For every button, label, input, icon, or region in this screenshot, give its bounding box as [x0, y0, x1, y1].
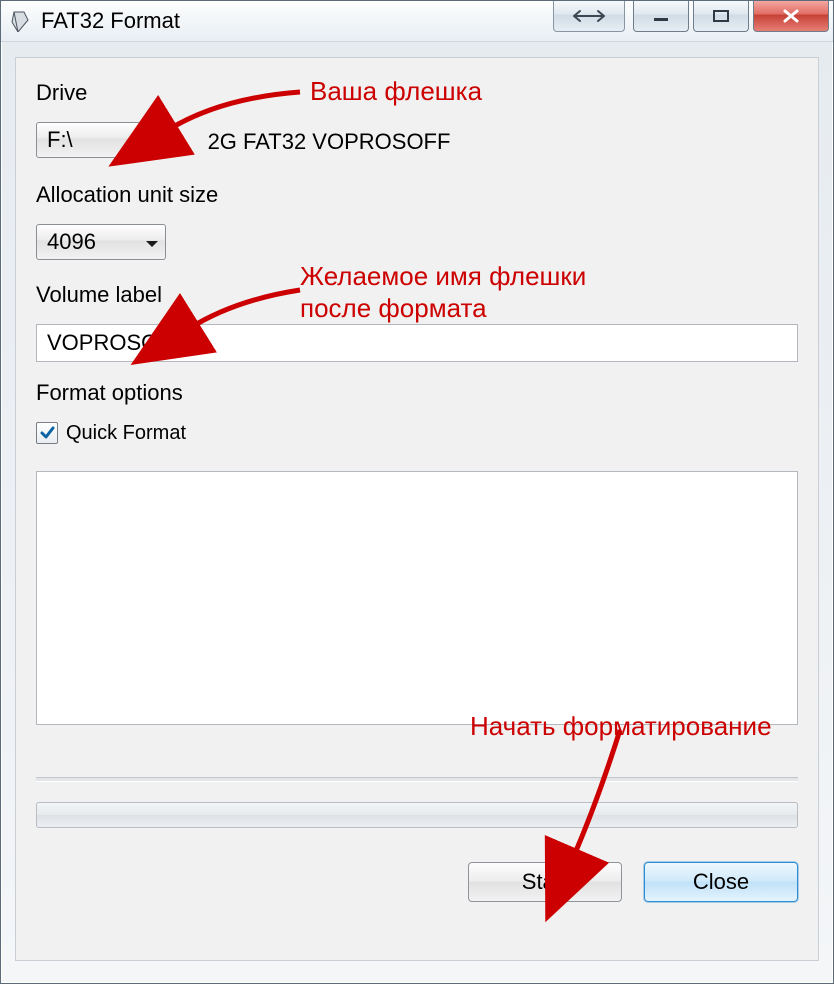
alloc-combobox[interactable]: 4096	[36, 224, 166, 260]
alloc-combobox-value: 4096	[47, 229, 96, 255]
app-icon	[9, 10, 31, 32]
start-button[interactable]: Start	[468, 862, 622, 902]
start-button-label: Start	[522, 869, 568, 895]
quick-format-checkbox[interactable]	[36, 422, 58, 444]
drive-label: Drive	[36, 80, 798, 106]
window-title: FAT32 Format	[41, 8, 180, 34]
resize-tab[interactable]	[553, 1, 625, 32]
dialog-body: Drive F:\ 2G FAT32 VOPROSOFF Allocation …	[15, 57, 819, 961]
app-window: FAT32 Format Drive	[0, 0, 834, 984]
drive-combobox-value: F:\	[47, 127, 73, 153]
close-button[interactable]: Close	[644, 862, 798, 902]
volume-label-label: Volume label	[36, 282, 798, 308]
drive-info-text: 2G FAT32 VOPROSOFF	[208, 124, 451, 160]
chevron-down-icon	[145, 229, 159, 255]
close-window-button[interactable]	[753, 1, 829, 32]
log-listbox[interactable]	[36, 471, 798, 725]
alloc-label: Allocation unit size	[36, 182, 798, 208]
titlebar[interactable]: FAT32 Format	[1, 1, 833, 42]
drive-combobox[interactable]: F:\	[36, 122, 166, 158]
window-controls	[633, 1, 829, 32]
maximize-button[interactable]	[693, 1, 749, 32]
minimize-button[interactable]	[633, 1, 689, 32]
chevron-down-icon	[145, 127, 159, 153]
progress-bar	[36, 802, 798, 828]
close-button-label: Close	[693, 869, 749, 895]
volume-label-input[interactable]	[36, 324, 798, 362]
quick-format-label: Quick Format	[66, 422, 186, 445]
format-options-label: Format options	[36, 380, 798, 406]
